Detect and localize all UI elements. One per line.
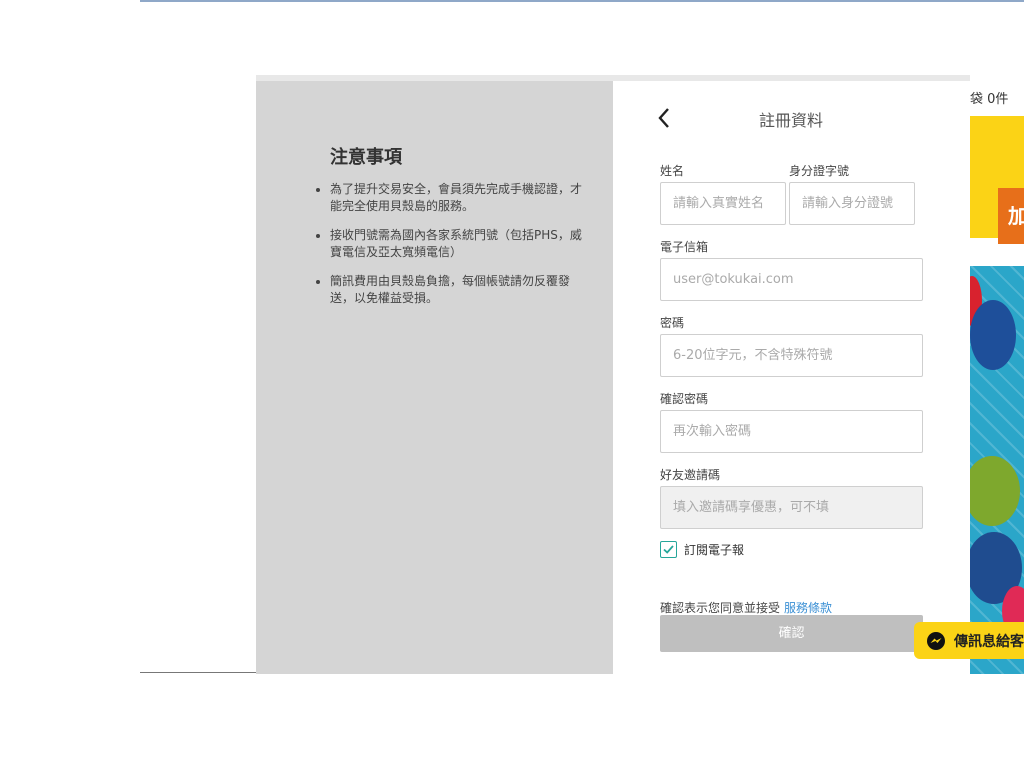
- balloon-blue: [970, 300, 1016, 370]
- messenger-chat-button[interactable]: 傳訊息給客: [914, 622, 1024, 659]
- notice-item: 為了提升交易安全，會員須先完成手機認證，才能完全使用貝殼島的服務。: [330, 181, 590, 215]
- check-icon: [663, 545, 674, 554]
- back-chevron-icon[interactable]: [657, 107, 671, 133]
- id-number-input[interactable]: [789, 182, 915, 225]
- notice-item: 接收門號需為國內各家系統門號（包括PHS，威寶電信及亞太寬頻電信）: [330, 227, 590, 261]
- messenger-icon: [927, 631, 945, 650]
- page-bottom-border: [140, 672, 256, 673]
- terms-row: 確認表示您同意並接受 服務條款: [660, 599, 832, 616]
- terms-text: 確認表示您同意並接受: [660, 601, 781, 615]
- notice-list: 為了提升交易安全，會員須先完成手機認證，才能完全使用貝殼島的服務。 接收門號需為…: [314, 181, 590, 319]
- referral-code-input[interactable]: [660, 486, 923, 529]
- newsletter-checkbox[interactable]: [660, 541, 677, 558]
- registration-modal: 注意事項 為了提升交易安全，會員須先完成手機認證，才能完全使用貝殼島的服務。 接…: [256, 75, 970, 674]
- background-page: 袋 0件 加: [962, 78, 1024, 674]
- notice-panel: 注意事項 為了提升交易安全，會員須先完成手機認證，才能完全使用貝殼島的服務。 接…: [256, 81, 613, 674]
- newsletter-checkbox-row[interactable]: 訂閱電子報: [660, 541, 744, 558]
- password-label: 密碼: [660, 316, 685, 330]
- referral-code-label: 好友邀請碼: [660, 468, 721, 482]
- page-top-border: [140, 0, 1024, 2]
- balloon-green: [964, 456, 1020, 526]
- confirm-password-label: 確認密碼: [660, 392, 709, 406]
- notice-title: 注意事項: [330, 147, 402, 168]
- confirm-password-input[interactable]: [660, 410, 923, 453]
- newsletter-label: 訂閱電子報: [684, 543, 745, 557]
- balloon-banner: [962, 266, 1024, 674]
- registration-form: 註冊資料 姓名 身分證字號 電子信箱 密碼 確認密碼 好友邀請碼 訂閱電子報 確…: [613, 81, 970, 674]
- confirm-button[interactable]: 確認: [660, 615, 923, 652]
- promo-strip: 加: [962, 116, 1024, 244]
- terms-of-service-link[interactable]: 服務條款: [784, 601, 832, 615]
- messenger-label: 傳訊息給客: [954, 633, 1024, 650]
- join-button[interactable]: 加: [998, 188, 1024, 244]
- cart-count[interactable]: 袋 0件: [970, 88, 1008, 107]
- form-title: 註冊資料: [759, 111, 824, 130]
- notice-item: 簡訊費用由貝殼島負擔，每個帳號請勿反覆發送，以免權益受損。: [330, 273, 590, 307]
- name-input[interactable]: [660, 182, 786, 225]
- id-number-label: 身分證字號: [789, 164, 850, 178]
- email-input[interactable]: [660, 258, 923, 301]
- email-label: 電子信箱: [660, 240, 709, 254]
- password-input[interactable]: [660, 334, 923, 377]
- name-label: 姓名: [660, 164, 685, 178]
